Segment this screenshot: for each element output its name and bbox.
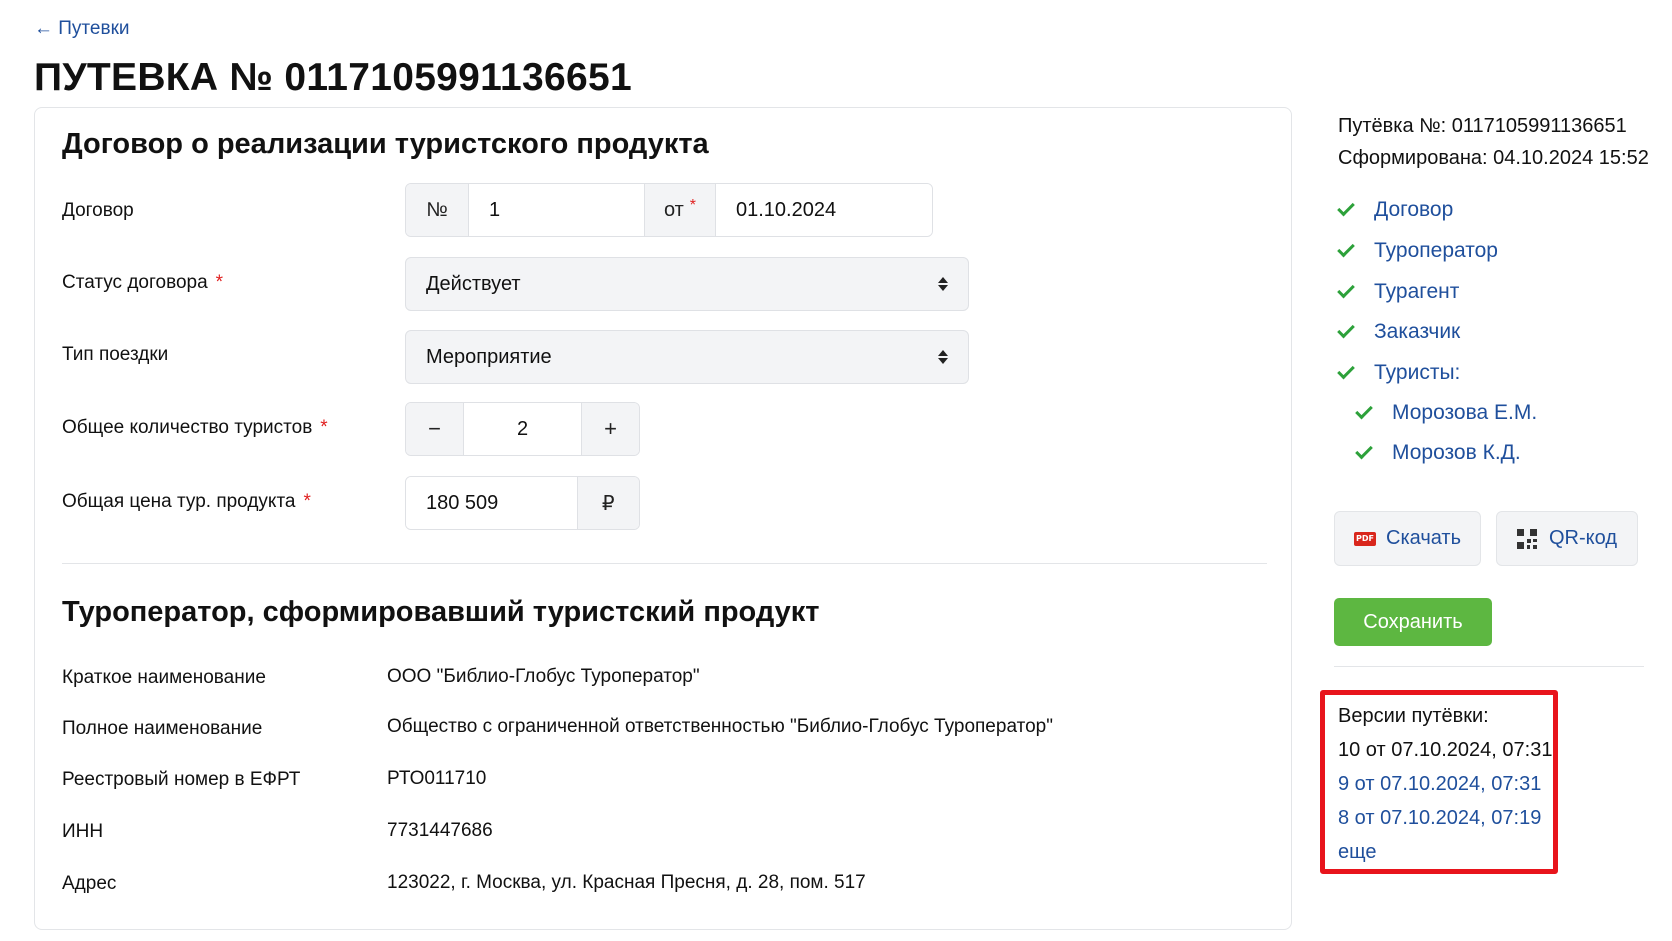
contract-field-group: № 1 от * 01.10.2024: [405, 183, 933, 237]
more-versions-link[interactable]: еще: [1338, 841, 1376, 864]
status-label: Статус договора *: [62, 272, 223, 294]
checklist-item-label: Заказчик: [1374, 320, 1461, 343]
contract-date-input[interactable]: 01.10.2024: [716, 184, 932, 236]
inn-label: ИНН: [62, 821, 104, 842]
trip-type-select[interactable]: Мероприятие: [405, 330, 969, 384]
contract-number-prefix: №: [406, 184, 469, 236]
sort-arrows-icon: [938, 277, 948, 291]
current-version: 10 от 07.10.2024, 07:31: [1338, 739, 1553, 761]
checklist-item-label: Турагент: [1374, 280, 1460, 303]
contract-number-input[interactable]: 1: [469, 184, 644, 236]
increment-button[interactable]: +: [581, 403, 639, 455]
inn-value: 7731447686: [387, 820, 493, 841]
page-title: ПУТЕВКА № 0117105991136651: [34, 56, 632, 99]
version-link-8[interactable]: 8 от 07.10.2024, 07:19: [1338, 807, 1541, 830]
registry-number-value: РТО011710: [387, 768, 487, 789]
download-button[interactable]: PDF Скачать: [1334, 511, 1481, 566]
checklist-item-label: Морозов К.Д.: [1392, 441, 1521, 464]
back-to-vouchers-link[interactable]: ← Путевки: [34, 18, 130, 40]
check-icon: [1337, 198, 1355, 216]
pdf-icon: PDF: [1354, 531, 1376, 546]
required-mark: *: [215, 272, 224, 293]
full-name-value: Общество с ограниченной ответственностью…: [387, 716, 1053, 737]
total-price-field-group: 180 509 ₽: [405, 476, 640, 530]
check-icon: [1337, 280, 1355, 298]
qr-code-button[interactable]: QR-код: [1496, 511, 1638, 566]
checklist-item-tourist-1[interactable]: Морозова Е.М.: [1355, 401, 1538, 425]
qr-code-button-label: QR-код: [1549, 527, 1617, 549]
contract-date-prefix: от *: [644, 184, 716, 236]
address-value: 123022, г. Москва, ул. Красная Пресня, д…: [387, 872, 866, 893]
checklist-item-label: Туроператор: [1374, 239, 1498, 262]
checklist-item-label: Морозова Е.М.: [1392, 401, 1538, 424]
checklist-item-tourists[interactable]: Туристы:: [1337, 361, 1461, 385]
checklist-item-agent[interactable]: Турагент: [1337, 280, 1460, 304]
check-icon: [1337, 361, 1355, 379]
contract-label: Договор: [62, 200, 134, 221]
tourists-count-stepper: − 2 +: [405, 402, 640, 456]
check-icon: [1337, 239, 1355, 257]
short-name-value: ООО "Библио-Глобус Туроператор": [387, 666, 700, 687]
versions-title: Версии путёвки:: [1338, 705, 1489, 727]
required-mark: *: [303, 491, 311, 512]
checklist-item-operator[interactable]: Туроператор: [1337, 239, 1498, 263]
version-link-9[interactable]: 9 от 07.10.2024, 07:31: [1338, 773, 1541, 796]
required-mark: *: [320, 417, 328, 438]
short-name-label: Краткое наименование: [62, 667, 266, 688]
status-select-value: Действует: [426, 272, 521, 295]
check-icon: [1355, 401, 1373, 419]
checklist-item-tourist-2[interactable]: Морозов К.Д.: [1355, 441, 1521, 465]
download-button-label: Скачать: [1386, 527, 1461, 549]
total-price-input[interactable]: 180 509: [406, 477, 577, 529]
check-icon: [1355, 441, 1373, 459]
currency-addon: ₽: [576, 477, 639, 529]
created-at-info: Сформирована: 04.10.2024 15:52: [1338, 147, 1649, 169]
versions-panel: Версии путёвки: 10 от 07.10.2024, 07:31 …: [1320, 690, 1558, 874]
tourists-count-label: Общее количество туристов *: [62, 417, 328, 439]
contract-section-title: Договор о реализации туристского продукт…: [62, 128, 709, 160]
qr-code-icon: [1517, 528, 1537, 549]
trip-type-select-value: Мероприятие: [426, 345, 552, 368]
required-mark: *: [689, 197, 697, 214]
section-divider: [62, 563, 1267, 564]
address-label: Адрес: [62, 873, 117, 894]
full-name-label: Полное наименование: [62, 718, 263, 739]
check-icon: [1337, 320, 1355, 338]
total-price-label: Общая цена тур. продукта *: [62, 491, 311, 513]
total-price-label-text: Общая цена тур. продукта: [62, 491, 296, 512]
checklist-item-customer[interactable]: Заказчик: [1337, 320, 1461, 344]
checklist-item-label: Туристы:: [1374, 361, 1461, 384]
sidebar-divider: [1334, 666, 1644, 667]
voucher-number-info: Путёвка №: 0117105991136651: [1338, 115, 1627, 137]
tourists-count-input[interactable]: 2: [464, 403, 581, 455]
trip-type-label: Тип поездки: [62, 344, 169, 365]
save-button[interactable]: Сохранить: [1334, 598, 1492, 646]
tourists-count-label-text: Общее количество туристов: [62, 417, 313, 438]
checklist-item-contract[interactable]: Договор: [1337, 198, 1454, 222]
checklist-item-label: Договор: [1374, 198, 1454, 221]
main-card: Договор о реализации туристского продукт…: [34, 107, 1292, 930]
status-select[interactable]: Действует: [405, 257, 969, 311]
status-label-text: Статус договора: [62, 272, 208, 293]
page: ← Путевки ПУТЕВКА № 0117105991136651 Дог…: [0, 0, 1672, 941]
sort-arrows-icon: [938, 350, 948, 364]
contract-date-prefix-label: от: [663, 198, 684, 221]
decrement-button[interactable]: −: [406, 403, 464, 455]
registry-number-label: Реестровый номер в ЕФРТ: [62, 769, 301, 790]
operator-section-title: Туроператор, сформировавший туристский п…: [62, 596, 820, 628]
